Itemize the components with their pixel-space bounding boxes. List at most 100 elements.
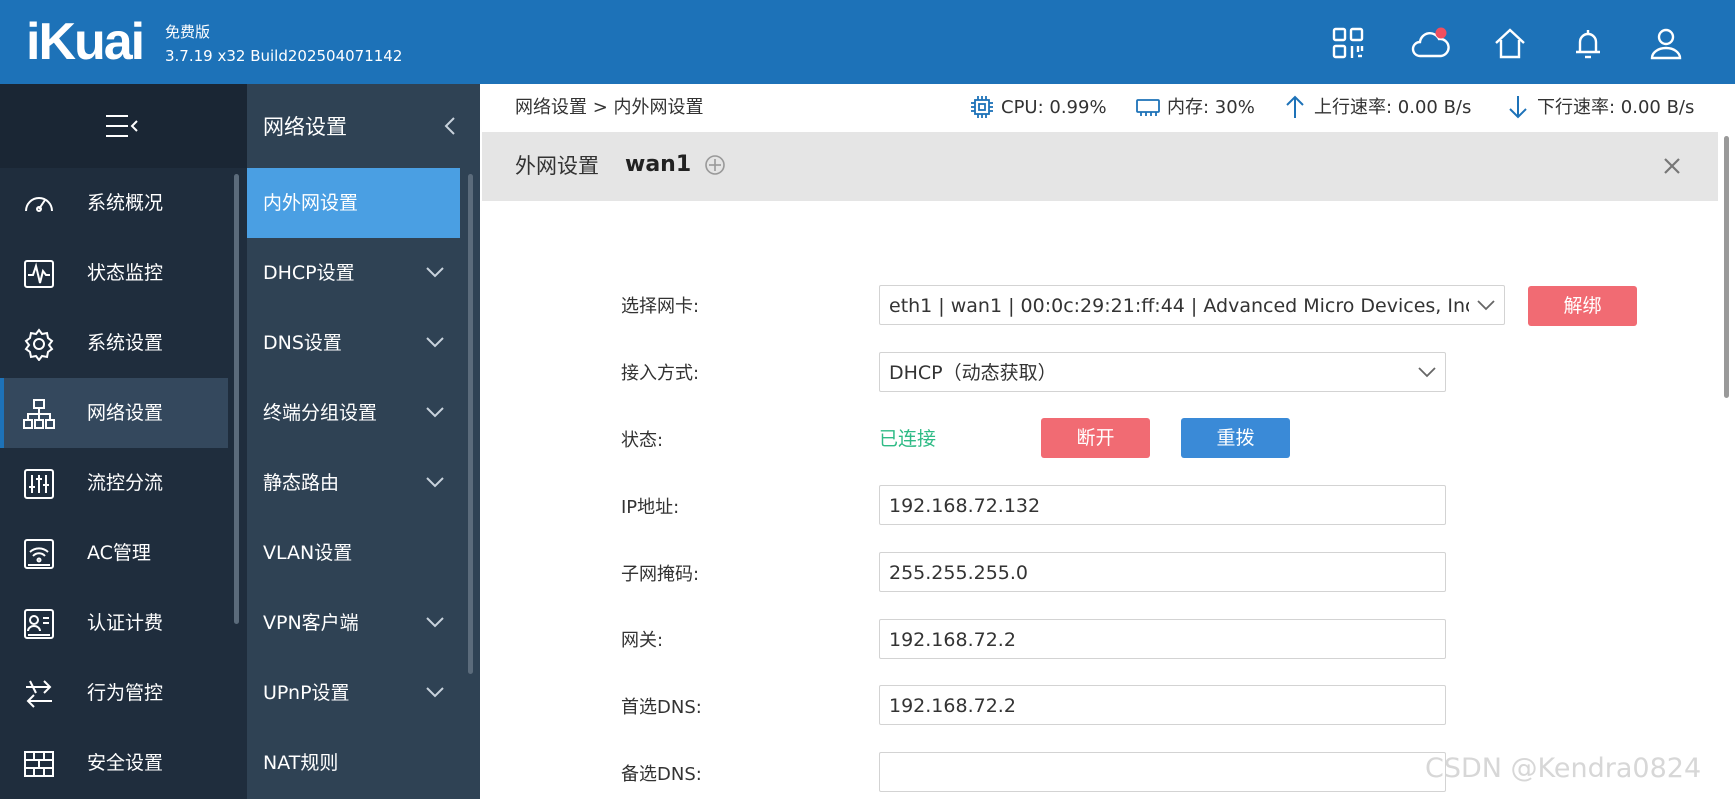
- subnav-item-label: NAT规则: [263, 752, 339, 774]
- add-circle-icon[interactable]: [704, 154, 726, 176]
- memory-icon: [1136, 99, 1160, 116]
- close-icon[interactable]: [1662, 156, 1682, 176]
- subnav-item-vlan[interactable]: VLAN设置: [247, 518, 460, 588]
- main-sidebar: 系统概况 状态监控 系统设置 网络设置 流控分流 AC管理 认证计费 行为管控 …: [0, 84, 247, 799]
- subnet-mask-label: 子网掩码:: [621, 564, 700, 585]
- cpu-stat: CPU: 0.99%: [971, 96, 1107, 120]
- chevron-down-icon: [426, 337, 444, 348]
- ikuai-logo[interactable]: iKuai: [26, 14, 145, 70]
- memory-value: 内存: 30%: [1167, 97, 1255, 118]
- top-header: iKuai 免费版 3.7.19 x32 Build202504071142: [0, 0, 1735, 84]
- pulse-monitor-icon: [24, 260, 54, 288]
- cloud-icon[interactable]: [1410, 24, 1450, 64]
- sidebar-item-label: 安全设置: [87, 752, 164, 774]
- sidebar-item-label: 流控分流: [87, 472, 164, 494]
- notification-dot: [1435, 27, 1447, 39]
- wifi-icon: [24, 539, 54, 569]
- panel-title: 外网设置: [515, 154, 599, 178]
- sidebar-item-behavior-control[interactable]: 行为管控: [0, 658, 228, 728]
- subnav-item-upnp[interactable]: UPnP设置: [247, 658, 460, 728]
- subnav-item-vpn-client[interactable]: VPN客户端: [247, 588, 460, 658]
- breadcrumb[interactable]: 网络设置 > 内外网设置: [515, 96, 704, 120]
- menu-collapse-icon[interactable]: [104, 112, 140, 140]
- subnav-item-dhcp[interactable]: DHCP设置: [247, 238, 460, 308]
- chevron-down-icon: [426, 687, 444, 698]
- unbind-button[interactable]: 解绑: [1528, 286, 1637, 326]
- upload-value: 上行速率: 0.00 B/s: [1314, 97, 1472, 118]
- access-mode-label: 接入方式:: [621, 363, 700, 384]
- disconnect-button[interactable]: 断开: [1041, 418, 1150, 458]
- nic-select[interactable]: eth1 | wan1 | 00:0c:29:21:ff:44 | Advanc…: [879, 285, 1505, 325]
- subnav-item-label: 静态路由: [263, 472, 340, 494]
- sidebar-item-security[interactable]: 安全设置: [0, 728, 228, 798]
- user-icon[interactable]: [1646, 24, 1686, 64]
- primary-dns-value: 192.168.72.2: [889, 695, 1016, 717]
- subnav-item-static-route[interactable]: 静态路由: [247, 448, 460, 518]
- download-stat: 下行速率: 0.00 B/s: [1509, 96, 1695, 120]
- download-value: 下行速率: 0.00 B/s: [1537, 97, 1695, 118]
- redial-button[interactable]: 重拨: [1181, 418, 1290, 458]
- chevron-down-icon: [426, 407, 444, 418]
- ip-address-value: 192.168.72.132: [889, 495, 1041, 517]
- sidebar-item-monitor[interactable]: 状态监控: [0, 238, 228, 308]
- arrows-swap-icon: [26, 680, 52, 708]
- sidebar-item-ac-management[interactable]: AC管理: [0, 518, 228, 588]
- subnav-item-label: 终端分组设置: [263, 402, 378, 424]
- sidebar-item-traffic-control[interactable]: 流控分流: [0, 448, 228, 518]
- chevron-down-icon: [1477, 300, 1495, 311]
- sidebar-item-system-settings[interactable]: 系统设置: [0, 308, 228, 378]
- version-label: 3.7.19 x32 Build202504071142: [165, 47, 403, 65]
- sidebar-item-auth-billing[interactable]: 认证计费: [0, 588, 228, 658]
- bell-icon[interactable]: [1568, 24, 1608, 64]
- gateway-value: 192.168.72.2: [889, 629, 1016, 651]
- subnav-item-label: VPN客户端: [263, 612, 359, 634]
- chevron-down-icon: [426, 267, 444, 278]
- sidebar-item-overview[interactable]: 系统概况: [0, 168, 228, 238]
- sub-navigation: 网络设置 内外网设置 DHCP设置 DNS设置 终端分组设置 静态路由 VLAN…: [247, 84, 480, 799]
- subnav-item-terminal-group[interactable]: 终端分组设置: [247, 378, 460, 448]
- sidebar-item-label: 网络设置: [87, 402, 164, 424]
- subnav-item-lan-wan[interactable]: 内外网设置: [247, 168, 460, 238]
- primary-dns-field[interactable]: 192.168.72.2: [879, 685, 1446, 725]
- subnav-header: 网络设置: [247, 84, 480, 168]
- subnav-item-nat[interactable]: NAT规则: [247, 728, 460, 798]
- subnav-title: 网络设置: [263, 115, 347, 139]
- ip-address-field[interactable]: 192.168.72.132: [879, 485, 1446, 525]
- sidebar-item-label: 系统设置: [87, 332, 164, 354]
- nic-select-value: eth1 | wan1 | 00:0c:29:21:ff:44 | Advanc…: [889, 295, 1469, 317]
- secondary-dns-field[interactable]: [879, 752, 1446, 792]
- access-mode-select[interactable]: DHCP（动态获取）: [879, 352, 1446, 392]
- gateway-label: 网关:: [621, 630, 664, 651]
- subnet-mask-field[interactable]: 255.255.255.0: [879, 552, 1446, 592]
- nic-label: 选择网卡:: [621, 296, 700, 317]
- sidebar-collapse-toggle[interactable]: [0, 84, 247, 168]
- subnav-item-dns[interactable]: DNS设置: [247, 308, 460, 378]
- subnav-item-label: UPnP设置: [263, 682, 350, 704]
- subnav-scrollbar[interactable]: [468, 174, 473, 674]
- sidebar-item-label: 认证计费: [87, 612, 164, 634]
- chevron-left-icon[interactable]: [443, 116, 457, 136]
- sliders-icon: [24, 469, 54, 499]
- sidebar-item-label: 状态监控: [87, 262, 164, 284]
- arrow-up-icon: [1286, 95, 1304, 118]
- subnav-item-label: 内外网设置: [263, 192, 359, 214]
- home-icon[interactable]: [1490, 24, 1530, 64]
- cpu-chip-icon: [971, 96, 993, 118]
- gateway-field[interactable]: 192.168.72.2: [879, 619, 1446, 659]
- sidebar-item-label: 系统概况: [87, 192, 164, 214]
- subnav-item-label: DNS设置: [263, 332, 342, 354]
- sidebar-item-network-settings[interactable]: 网络设置: [0, 378, 228, 448]
- upload-stat: 上行速率: 0.00 B/s: [1286, 95, 1472, 120]
- subnet-mask-value: 255.255.255.0: [889, 562, 1029, 584]
- apps-grid-icon[interactable]: [1328, 24, 1368, 64]
- chevron-down-icon: [426, 477, 444, 488]
- edition-label: 免费版: [165, 23, 211, 41]
- panel-header: 外网设置 wan1: [482, 132, 1718, 201]
- chevron-down-icon: [426, 617, 444, 628]
- gear-icon: [24, 328, 54, 361]
- content-scrollbar[interactable]: [1724, 136, 1729, 398]
- primary-dns-label: 首选DNS:: [621, 697, 702, 718]
- subnav-item-label: VLAN设置: [263, 542, 353, 564]
- cpu-value: CPU: 0.99%: [1001, 97, 1107, 118]
- sidebar-scrollbar[interactable]: [234, 174, 239, 624]
